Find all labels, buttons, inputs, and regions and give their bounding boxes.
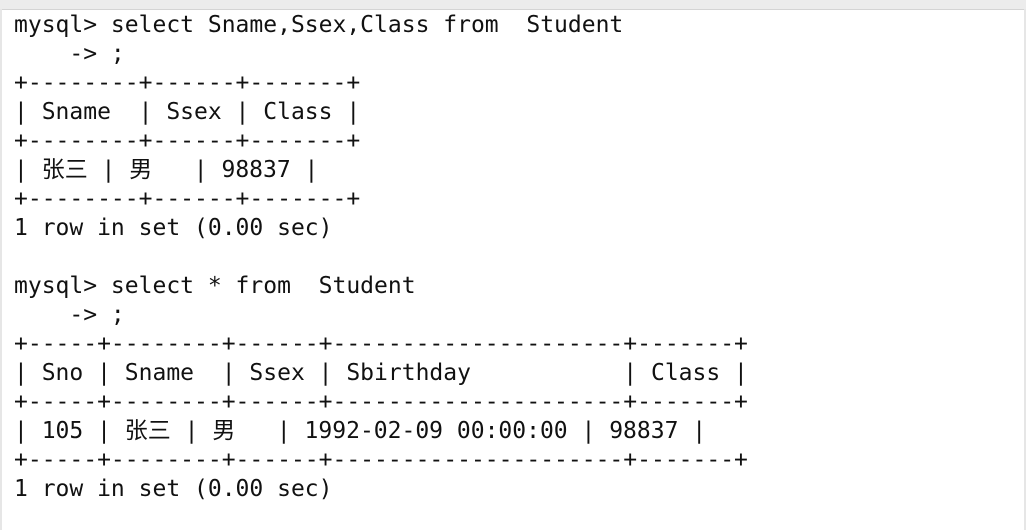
table-border-1-bottom: +--------+------+-------+: [14, 186, 361, 212]
table-border-2-mid: +-----+--------+------+-----------------…: [14, 389, 748, 415]
table-row-2: | 105 | 张三 | 男 | 1992-02-09 00:00:00 | 9…: [14, 418, 707, 444]
continuation-line-1: -> ;: [14, 41, 125, 67]
continuation-line-2: -> ;: [14, 302, 125, 328]
mysql-prompt-line-2: mysql> select * from Student: [14, 273, 416, 299]
table-border-1-mid: +--------+------+-------+: [14, 128, 361, 154]
mysql-prompt-line-1: mysql> select Sname,Ssex,Class from Stud…: [14, 12, 624, 38]
table-border-2-bottom: +-----+--------+------+-----------------…: [14, 447, 748, 473]
terminal-output[interactable]: mysql> select Sname,Ssex,Class from Stud…: [14, 11, 1014, 504]
window-top-edge: [0, 0, 1026, 10]
table-border-1-top: +--------+------+-------+: [14, 70, 361, 96]
terminal-window: mysql> select Sname,Ssex,Class from Stud…: [0, 0, 1026, 530]
result-summary-2: 1 row in set (0.00 sec): [14, 476, 333, 502]
table-header-1: | Sname | Ssex | Class |: [14, 99, 361, 125]
table-row-1: | 张三 | 男 | 98837 |: [14, 157, 319, 183]
window-left-edge: [0, 9, 2, 530]
table-border-2-top: +-----+--------+------+-----------------…: [14, 331, 748, 357]
table-header-2: | Sno | Sname | Ssex | Sbirthday | Class…: [14, 360, 748, 386]
result-summary-1: 1 row in set (0.00 sec): [14, 215, 333, 241]
